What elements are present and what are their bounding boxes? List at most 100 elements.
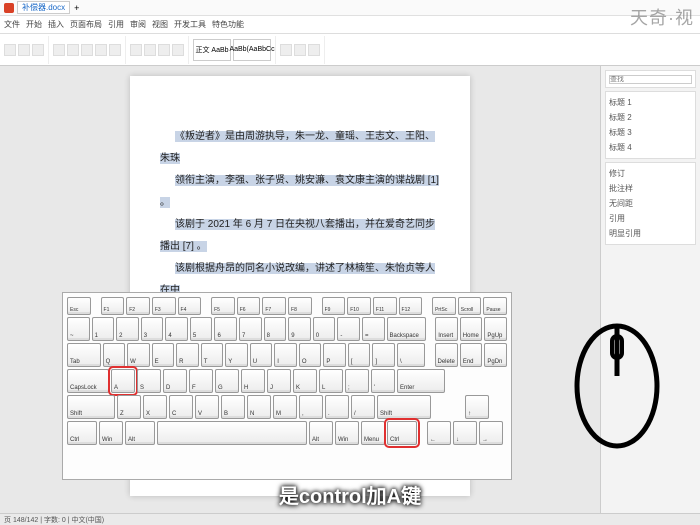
paste-button[interactable] bbox=[4, 44, 16, 56]
text-line-2[interactable]: 领衔主演，李强、张子贤、姚安濂、袁文康主演的谍战剧 [1] 。 bbox=[160, 175, 439, 208]
key-a: A bbox=[111, 369, 135, 393]
kb-row-5: Ctrl Win Alt Alt Win Menu Ctrl ← ↓ → bbox=[67, 421, 507, 445]
menu-features[interactable]: 特色功能 bbox=[212, 19, 244, 30]
new-tab-button[interactable]: + bbox=[74, 3, 79, 13]
key-space bbox=[157, 421, 307, 445]
app-icon bbox=[4, 3, 14, 13]
kb-row-2: Tab Q W E R T Y U I O P [ ] \ Delete End… bbox=[67, 343, 507, 367]
key-f: F bbox=[189, 369, 213, 393]
key-semicolon: ; bbox=[345, 369, 369, 393]
key-c: C bbox=[169, 395, 193, 419]
status-bar: 页 148/142 | 字数: 0 | 中文(中国) bbox=[0, 513, 700, 525]
menu-review[interactable]: 审阅 bbox=[130, 19, 146, 30]
align-right-button[interactable] bbox=[158, 44, 170, 56]
nav-other-1[interactable]: 批注样 bbox=[609, 181, 692, 196]
align-center-button[interactable] bbox=[144, 44, 156, 56]
bold-button[interactable] bbox=[53, 44, 65, 56]
nav-heading-1[interactable]: 标题 1 bbox=[609, 95, 692, 110]
key-lctrl: Ctrl bbox=[67, 421, 97, 445]
key-rwin: Win bbox=[335, 421, 359, 445]
key-backspace: Backspace bbox=[387, 317, 426, 341]
style-normal[interactable]: 正文 AaBb bbox=[193, 39, 231, 61]
menu-file[interactable]: 文件 bbox=[4, 19, 20, 30]
key-f5: F5 bbox=[211, 297, 235, 315]
key-v: V bbox=[195, 395, 219, 419]
video-caption: 是control加A键 bbox=[0, 480, 700, 509]
key-lwin: Win bbox=[99, 421, 123, 445]
key-scroll: Scroll bbox=[458, 297, 482, 315]
nav-other-0[interactable]: 修订 bbox=[609, 166, 692, 181]
kb-row-3: CapsLock A S D F G H J K L ; ' Enter bbox=[67, 369, 507, 393]
nav-heading-4[interactable]: 标题 4 bbox=[609, 140, 692, 155]
key-4: 4 bbox=[165, 317, 188, 341]
key-lalt: Alt bbox=[125, 421, 155, 445]
key-f10: F10 bbox=[347, 297, 371, 315]
key-e: E bbox=[152, 343, 175, 367]
key-f8: F8 bbox=[288, 297, 312, 315]
key-quote: ' bbox=[371, 369, 395, 393]
key-tilde: ~ bbox=[67, 317, 90, 341]
key-u: U bbox=[250, 343, 273, 367]
menu-insert[interactable]: 插入 bbox=[48, 19, 64, 30]
key-i: I bbox=[274, 343, 297, 367]
menu-view[interactable]: 视图 bbox=[152, 19, 168, 30]
nav-heading-3[interactable]: 标题 3 bbox=[609, 125, 692, 140]
key-9: 9 bbox=[288, 317, 311, 341]
bullet-list-button[interactable] bbox=[172, 44, 184, 56]
key-0: 0 bbox=[313, 317, 336, 341]
search-section bbox=[605, 70, 696, 88]
styles-group: 正文 AaBb AaBb(AaBbCc bbox=[193, 36, 276, 64]
key-p: P bbox=[323, 343, 346, 367]
nav-other-3[interactable]: 引用 bbox=[609, 211, 692, 226]
document-tab[interactable]: 补偿器.docx bbox=[17, 1, 70, 14]
key-m: M bbox=[273, 395, 297, 419]
key-k: K bbox=[293, 369, 317, 393]
title-bar: 补偿器.docx + bbox=[0, 0, 700, 16]
cut-button[interactable] bbox=[18, 44, 30, 56]
key-r: R bbox=[176, 343, 199, 367]
menu-references[interactable]: 引用 bbox=[108, 19, 124, 30]
nav-heading-2[interactable]: 标题 2 bbox=[609, 110, 692, 125]
key-o: O bbox=[299, 343, 322, 367]
menu-layout[interactable]: 页面布局 bbox=[70, 19, 102, 30]
key-j: J bbox=[267, 369, 291, 393]
key-1: 1 bbox=[92, 317, 115, 341]
nav-other-2[interactable]: 无间距 bbox=[609, 196, 692, 211]
style-heading[interactable]: AaBb(AaBbCc bbox=[233, 39, 271, 61]
key-f1: F1 bbox=[101, 297, 125, 315]
color-button[interactable] bbox=[109, 44, 121, 56]
key-comma: , bbox=[299, 395, 323, 419]
other-styles: 修订 批注样 无间距 引用 明显引用 bbox=[605, 162, 696, 245]
nav-other-4[interactable]: 明显引用 bbox=[609, 226, 692, 241]
watermark: 天奇·视 bbox=[630, 4, 694, 30]
key-capslock: CapsLock bbox=[67, 369, 109, 393]
search-input[interactable] bbox=[609, 75, 692, 84]
status-text: 页 148/142 | 字数: 0 | 中文(中国) bbox=[4, 515, 104, 525]
align-left-button[interactable] bbox=[130, 44, 142, 56]
menu-devtools[interactable]: 开发工具 bbox=[174, 19, 206, 30]
strike-button[interactable] bbox=[95, 44, 107, 56]
italic-button[interactable] bbox=[67, 44, 79, 56]
paragraph-group bbox=[130, 36, 189, 64]
replace-button[interactable] bbox=[294, 44, 306, 56]
key-rbracket: ] bbox=[372, 343, 395, 367]
style-navigator: 标题 1 标题 2 标题 3 标题 4 bbox=[605, 91, 696, 159]
text-line-3[interactable]: 该剧于 2021 年 6 月 7 日在央视八套播出，并在爱奇艺同步播出 [7] … bbox=[160, 219, 435, 252]
copy-button[interactable] bbox=[32, 44, 44, 56]
mouse-icon bbox=[566, 306, 668, 456]
key-menu: Menu bbox=[361, 421, 385, 445]
underline-button[interactable] bbox=[81, 44, 93, 56]
key-b: B bbox=[221, 395, 245, 419]
key-f6: F6 bbox=[237, 297, 261, 315]
text-line-1a[interactable]: 《叛逆者》是由周游执导，朱 bbox=[175, 131, 305, 142]
menu-home[interactable]: 开始 bbox=[26, 19, 42, 30]
key-f2: F2 bbox=[126, 297, 150, 315]
key-f3: F3 bbox=[152, 297, 176, 315]
key-right: → bbox=[479, 421, 503, 445]
ribbon: 正文 AaBb AaBb(AaBbCc bbox=[0, 34, 700, 66]
key-equals: = bbox=[362, 317, 385, 341]
key-f7: F7 bbox=[262, 297, 286, 315]
key-lbracket: [ bbox=[348, 343, 371, 367]
find-button[interactable] bbox=[280, 44, 292, 56]
select-button[interactable] bbox=[308, 44, 320, 56]
